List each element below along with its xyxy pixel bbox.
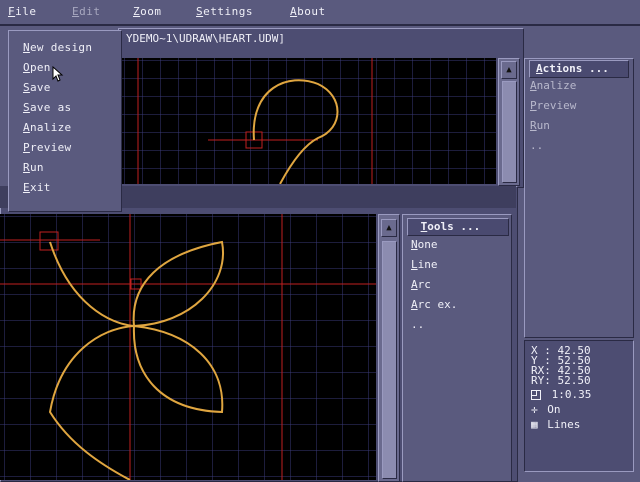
snap-value: On bbox=[547, 403, 561, 416]
design-window-path: YDEMO~1\UDRAW\HEART.UDW] bbox=[126, 32, 285, 45]
menu-edit[interactable]: Edit bbox=[72, 5, 101, 18]
canvas-top-scrollbar[interactable]: ▲ bbox=[498, 58, 520, 186]
grid bbox=[0, 214, 376, 480]
status-panel: X : 42.50 Y : 52.50 RX: 42.50 RY: 52.50 … bbox=[524, 340, 634, 472]
menu-zoom[interactable]: Zoom bbox=[133, 5, 162, 18]
scroll-thumb[interactable] bbox=[502, 81, 517, 183]
action-run[interactable]: Run bbox=[530, 119, 550, 132]
tools-panel: Tools ... None Line Arc Arc ex. .. bbox=[402, 214, 512, 482]
scroll-thumb[interactable] bbox=[382, 241, 397, 479]
action-analize[interactable]: Analize bbox=[530, 79, 576, 92]
file-menu-dropdown: New design Open Save Save as Analize Pre… bbox=[8, 30, 122, 212]
file-menu-run[interactable]: Run bbox=[23, 161, 44, 174]
scroll-up-arrow-icon[interactable]: ▲ bbox=[501, 61, 517, 79]
grid-value: Lines bbox=[547, 418, 581, 431]
crosshair-icon: ✛ bbox=[531, 403, 538, 416]
scale-box-icon bbox=[531, 390, 541, 400]
menu-file[interactable]: File bbox=[8, 5, 37, 18]
status-grid: ▦ Lines bbox=[531, 418, 581, 431]
menu-about[interactable]: About bbox=[290, 5, 326, 18]
file-menu-analize[interactable]: Analize bbox=[23, 121, 71, 134]
tool-arc-ex[interactable]: Arc ex. bbox=[411, 298, 457, 311]
file-menu-save[interactable]: Save bbox=[23, 81, 51, 94]
file-menu-save-as[interactable]: Save as bbox=[23, 101, 71, 114]
actions-panel: Actions ... Analize Preview Run .. bbox=[524, 58, 634, 338]
status-scale: 1:0.35 bbox=[531, 388, 592, 401]
file-menu-exit[interactable]: Exit bbox=[23, 181, 51, 194]
scale-value: 1:0.35 bbox=[551, 388, 592, 401]
action-preview[interactable]: Preview bbox=[530, 99, 576, 112]
design-canvas-top[interactable] bbox=[118, 58, 496, 184]
file-menu-new-design[interactable]: New design bbox=[23, 41, 92, 54]
file-menu-open[interactable]: Open bbox=[23, 61, 51, 74]
actions-panel-title[interactable]: Actions ... bbox=[529, 60, 629, 78]
tool-line[interactable]: Line bbox=[411, 258, 438, 271]
file-menu-preview[interactable]: Preview bbox=[23, 141, 71, 154]
status-snap: ✛ On bbox=[531, 403, 561, 416]
design-canvas-bottom[interactable] bbox=[0, 214, 376, 480]
canvas-top-drawing bbox=[118, 58, 496, 184]
menu-bar: File Edit Zoom Settings About bbox=[0, 0, 640, 26]
menu-settings[interactable]: Settings bbox=[196, 5, 253, 18]
tool-none[interactable]: None bbox=[411, 238, 438, 251]
action-more[interactable]: .. bbox=[530, 139, 543, 152]
canvas-bottom-drawing bbox=[0, 214, 376, 480]
tools-panel-title[interactable]: Tools ... bbox=[407, 218, 509, 236]
scroll-up-arrow-icon[interactable]: ▲ bbox=[381, 219, 397, 237]
status-ry: RY: 52.50 bbox=[531, 374, 591, 387]
canvas-bottom-scrollbar[interactable]: ▲ bbox=[378, 214, 400, 482]
mouse-pointer-icon bbox=[52, 66, 64, 82]
tool-arc[interactable]: Arc bbox=[411, 278, 431, 291]
grid-icon: ▦ bbox=[531, 418, 538, 431]
tool-more[interactable]: .. bbox=[411, 318, 424, 331]
grid bbox=[118, 58, 496, 184]
